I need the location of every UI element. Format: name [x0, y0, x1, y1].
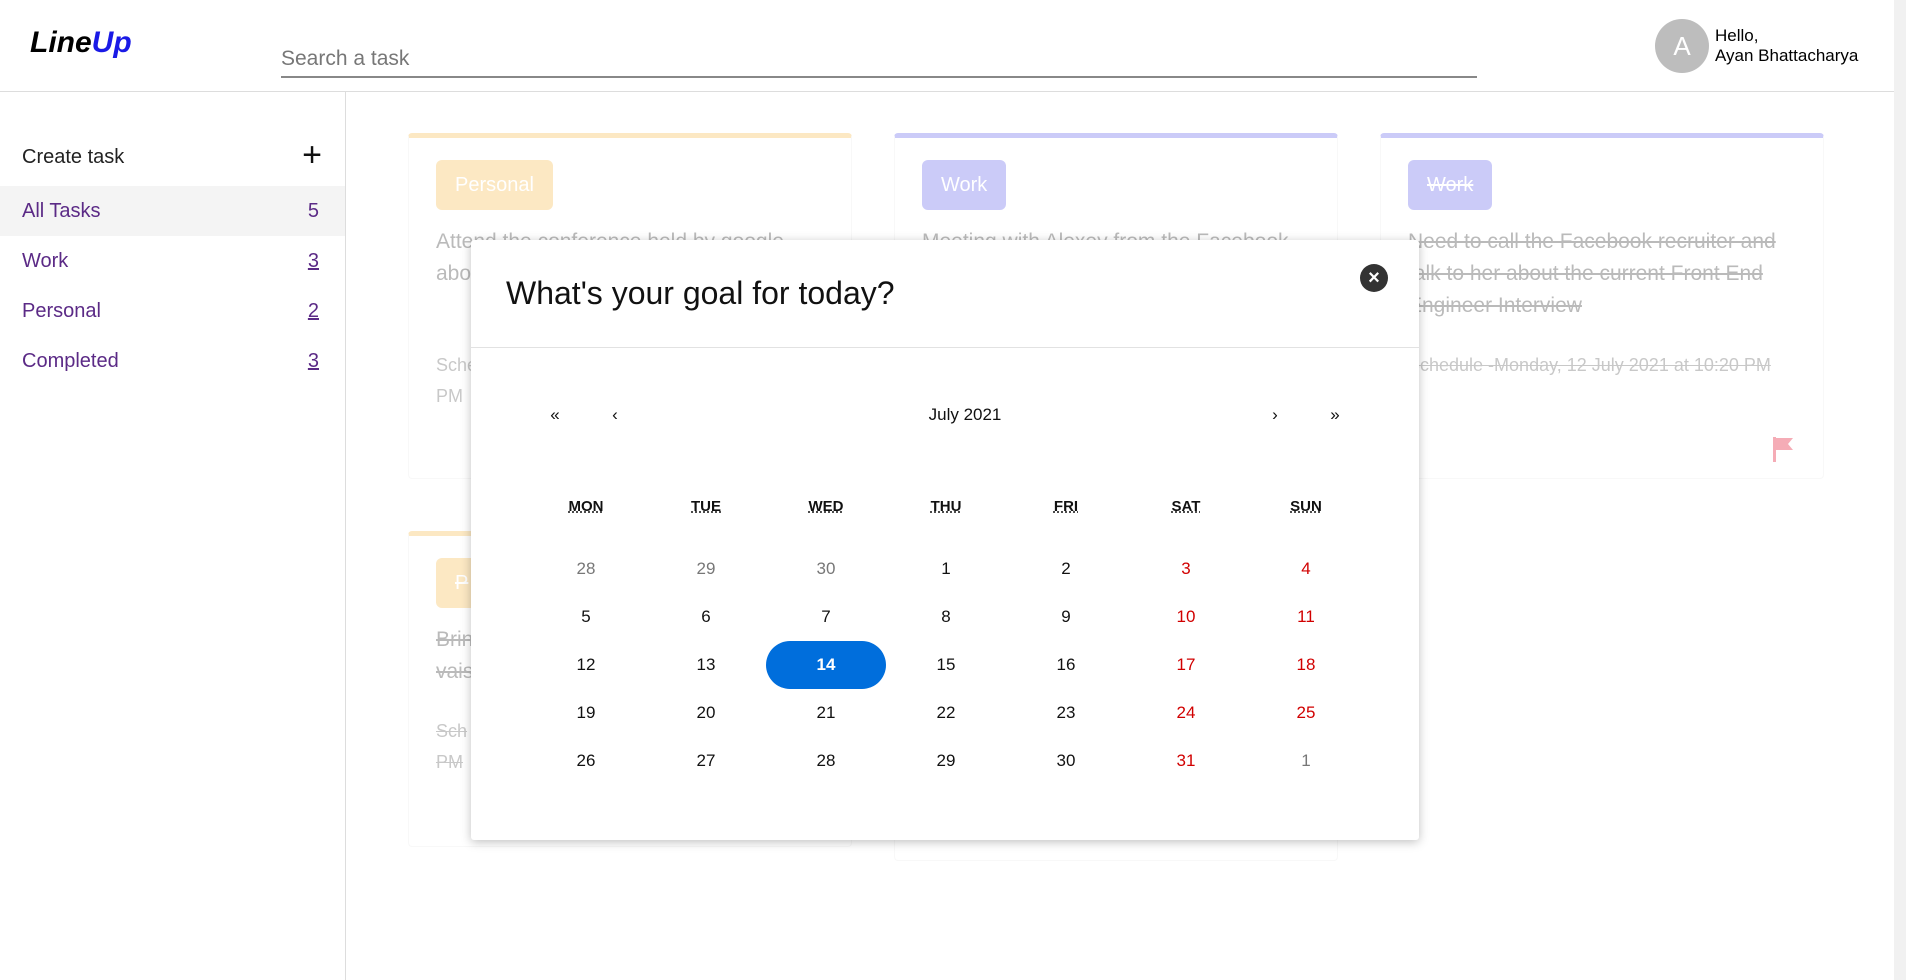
page-scrollbar[interactable]	[1894, 0, 1906, 980]
weekday-header: WED	[808, 498, 844, 515]
close-icon[interactable]: ×	[1360, 264, 1388, 292]
weekday-header: SUN	[1290, 498, 1322, 515]
sidebar-item-work[interactable]: Work 3	[0, 236, 345, 286]
calendar-day[interactable]: 11	[1246, 593, 1366, 641]
task-card[interactable]: Work Need to call the Facebook recruiter…	[1380, 133, 1824, 479]
calendar-day[interactable]: 19	[526, 689, 646, 737]
calendar-day[interactable]: 20	[646, 689, 766, 737]
calendar-day[interactable]: 29	[886, 737, 1006, 785]
next-year-button[interactable]: »	[1320, 405, 1350, 425]
sidebar-item-count[interactable]: 2	[308, 300, 319, 323]
calendar-day[interactable]: 25	[1246, 689, 1366, 737]
calendar-day[interactable]: 28	[766, 737, 886, 785]
calendar-day[interactable]: 14	[766, 641, 886, 689]
calendar-day[interactable]: 23	[1006, 689, 1126, 737]
calendar-month-label[interactable]: July 2021	[890, 405, 1040, 425]
sidebar-item-count: 5	[307, 199, 319, 222]
calendar-day[interactable]: 1	[1246, 737, 1366, 785]
user-greeting: Hello, Ayan Bhattacharya	[1715, 26, 1858, 66]
prev-month-button[interactable]: ‹	[600, 405, 630, 425]
next-month-button[interactable]: ›	[1260, 405, 1290, 425]
calendar-day[interactable]: 8	[886, 593, 1006, 641]
calendar-day[interactable]: 31	[1126, 737, 1246, 785]
create-task-row[interactable]: Create task +	[22, 136, 322, 174]
calendar-day[interactable]: 29	[646, 545, 766, 593]
calendar-day[interactable]: 12	[526, 641, 646, 689]
calendar-day[interactable]: 24	[1126, 689, 1246, 737]
calendar-day[interactable]: 22	[886, 689, 1006, 737]
calendar-day[interactable]: 30	[766, 545, 886, 593]
calendar-day[interactable]: 9	[1006, 593, 1126, 641]
calendar-day[interactable]: 7	[766, 593, 886, 641]
modal-title: What's your goal for today?	[506, 275, 895, 311]
calendar-day[interactable]: 5	[526, 593, 646, 641]
app-logo[interactable]: LineUp	[30, 26, 132, 60]
calendar-day[interactable]: 17	[1126, 641, 1246, 689]
weekday-header: THU	[930, 498, 962, 515]
modal-divider	[471, 347, 1419, 348]
plus-icon[interactable]: +	[302, 136, 322, 175]
task-tag: Work	[1408, 160, 1493, 210]
weekday-header: MON	[568, 498, 604, 515]
task-tag: Personal	[436, 160, 553, 210]
calendar-day[interactable]: 28	[526, 545, 646, 593]
greeting-text: Hello,	[1715, 26, 1759, 45]
weekday-header: SAT	[1171, 498, 1201, 515]
avatar[interactable]: A	[1655, 19, 1709, 73]
create-task-label: Create task	[22, 146, 125, 168]
app-header: LineUp A Hello, Ayan Bhattacharya	[0, 0, 1894, 92]
calendar-day[interactable]: 26	[526, 737, 646, 785]
weekday-header: FRI	[1053, 498, 1079, 515]
calendar-day[interactable]: 15	[886, 641, 1006, 689]
task-tag: Work	[922, 160, 1007, 210]
calendar-day[interactable]: 2	[1006, 545, 1126, 593]
sidebar-item-count[interactable]: 3	[308, 350, 319, 373]
calendar-day[interactable]: 21	[766, 689, 886, 737]
sidebar-item-label: Work	[22, 249, 69, 272]
sidebar-item-label: All Tasks	[22, 199, 101, 222]
prev-year-button[interactable]: «	[540, 405, 570, 425]
sidebar-item-count[interactable]: 3	[308, 250, 319, 273]
calendar-day[interactable]: 13	[646, 641, 766, 689]
task-schedule: Schedule -Monday, 12 July 2021 at 10:20 …	[1408, 355, 1771, 375]
calendar-day[interactable]: 27	[646, 737, 766, 785]
flag-icon[interactable]	[1771, 436, 1795, 462]
calendar-day[interactable]: 1	[886, 545, 1006, 593]
search-input[interactable]	[281, 42, 1477, 78]
task-description: Need to call the Facebook recruiter and …	[1408, 230, 1776, 317]
weekday-header: TUE	[691, 498, 721, 515]
calendar-day[interactable]: 4	[1246, 545, 1366, 593]
goal-modal: What's your goal for today? × « ‹ July 2…	[471, 240, 1419, 840]
calendar-day[interactable]: 3	[1126, 545, 1246, 593]
calendar-day[interactable]: 10	[1126, 593, 1246, 641]
sidebar: Create task + All Tasks 5 Work 3 Persona…	[0, 92, 346, 980]
sidebar-item-completed[interactable]: Completed 3	[0, 336, 345, 386]
calendar-day[interactable]: 18	[1246, 641, 1366, 689]
calendar-day[interactable]: 6	[646, 593, 766, 641]
sidebar-item-label: Personal	[22, 299, 101, 322]
calendar-day[interactable]: 30	[1006, 737, 1126, 785]
sidebar-item-label: Completed	[22, 349, 119, 372]
sidebar-item-all-tasks[interactable]: All Tasks 5	[0, 186, 345, 236]
sidebar-item-personal[interactable]: Personal 2	[0, 286, 345, 336]
user-name: Ayan Bhattacharya	[1715, 46, 1859, 65]
calendar-day[interactable]: 16	[1006, 641, 1126, 689]
